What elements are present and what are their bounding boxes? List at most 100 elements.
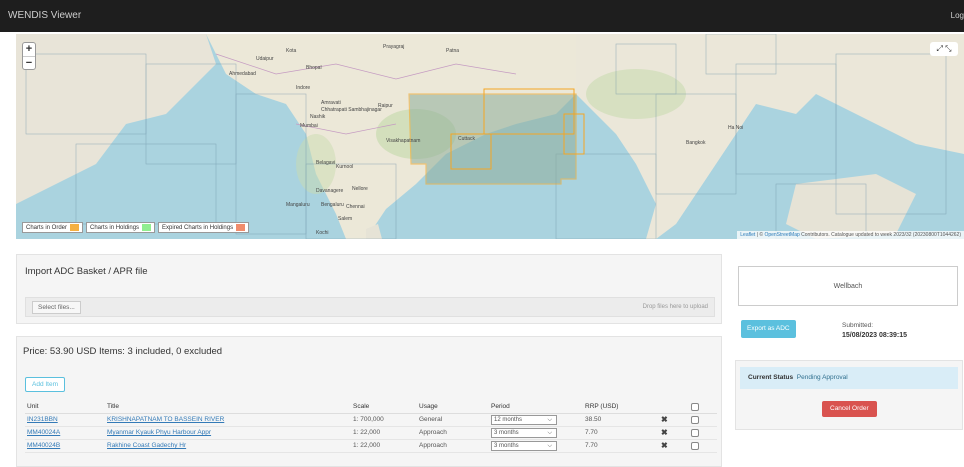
scale-cell: 1: 22,000 xyxy=(351,439,417,453)
place-label: Salem xyxy=(338,216,352,222)
select-cell xyxy=(689,413,717,427)
file-dropzone[interactable]: Select files... Drop files here to uploa… xyxy=(25,297,715,317)
period-cell: 3 months xyxy=(489,439,583,453)
table-row: IN231BBN KRISHNAPATNAM TO BASSEIN RIVER … xyxy=(25,413,717,427)
login-link[interactable]: Log xyxy=(951,11,964,20)
remove-icon[interactable]: ✖ xyxy=(661,428,668,437)
place-label: Patna xyxy=(446,48,459,54)
place-label: Kurnool xyxy=(336,164,353,170)
order-table: Unit Title Scale Usage Period RRP (USD) … xyxy=(25,401,717,453)
ordered-chart-area xyxy=(408,93,577,185)
remove-cell: ✖ xyxy=(659,426,689,440)
usage-cell: Approach xyxy=(417,439,489,453)
select-all-checkbox[interactable] xyxy=(691,402,699,411)
usage-cell: General xyxy=(417,413,489,427)
place-label: Chhatrapati Sambhajinagar xyxy=(321,107,382,113)
place-label: Kota xyxy=(286,48,297,54)
col-select xyxy=(689,401,717,414)
title-link[interactable]: KRISHNAPATNAM TO BASSEIN RIVER xyxy=(105,413,351,427)
place-label: Udaipur xyxy=(256,56,274,62)
place-label: Prayagraj xyxy=(383,44,404,50)
table-row: MM40024B Rakhine Coast Gadechy Hr 1: 22,… xyxy=(25,439,717,453)
zoom-in-button[interactable]: + xyxy=(23,43,35,56)
select-files-button[interactable]: Select files... xyxy=(32,301,81,314)
export-adc-button[interactable]: Export as ADC xyxy=(741,320,796,338)
col-scale[interactable]: Scale xyxy=(351,401,417,414)
row-checkbox[interactable] xyxy=(691,415,699,424)
legend-expired-charts: Expired Charts in Holdings xyxy=(158,222,250,233)
rrp-cell: 7.70 xyxy=(583,439,659,453)
osm-link[interactable]: OpenStreetMap xyxy=(764,232,799,238)
place-label: Mumbai xyxy=(300,123,318,129)
col-unit[interactable]: Unit xyxy=(25,401,105,414)
usage-cell: Approach xyxy=(417,426,489,440)
legend-swatch-icon xyxy=(142,224,152,231)
drop-hint: Drop files here to upload xyxy=(642,304,708,310)
row-checkbox[interactable] xyxy=(691,428,699,437)
map-attribution: Leaflet | © OpenStreetMap Contributors. … xyxy=(737,231,964,239)
select-cell xyxy=(689,426,717,440)
order-summary: Price: 53.90 USD Items: 3 included, 0 ex… xyxy=(23,346,223,357)
select-cell xyxy=(689,439,717,453)
import-title: Import ADC Basket / APR file xyxy=(25,266,148,277)
land-arabia xyxy=(16,34,216,204)
legend-swatch-icon xyxy=(236,224,246,231)
map-canvas: Kota Prayagraj Patna Udaipur Bhopal Ahme… xyxy=(16,34,964,239)
customer-box: Wellbach xyxy=(738,266,958,306)
import-panel: Import ADC Basket / APR file Select file… xyxy=(16,254,722,324)
submitted-label: Submitted: xyxy=(842,322,874,329)
col-title[interactable]: Title xyxy=(105,401,351,414)
scale-cell: 1: 700,000 xyxy=(351,413,417,427)
leaflet-link[interactable]: Leaflet xyxy=(740,232,755,238)
status-panel: Current Status Pending Approval Cancel O… xyxy=(735,360,963,430)
app-title[interactable]: WENDIS Viewer xyxy=(8,10,81,21)
row-checkbox[interactable] xyxy=(691,441,699,450)
col-usage[interactable]: Usage xyxy=(417,401,489,414)
period-cell: 12 months xyxy=(489,413,583,427)
period-select[interactable]: 3 months xyxy=(491,440,557,451)
legend-charts-in-holdings: Charts in Holdings xyxy=(86,222,156,233)
table-header-row: Unit Title Scale Usage Period RRP (USD) xyxy=(25,401,717,414)
title-link[interactable]: Rakhine Coast Gadechy Hr xyxy=(105,439,351,453)
col-rrp[interactable]: RRP (USD) xyxy=(583,401,659,414)
legend-swatch-icon xyxy=(70,224,80,231)
legend-charts-in-order: Charts in Order xyxy=(22,222,84,233)
col-remove xyxy=(659,401,689,414)
fullscreen-icon[interactable]: ⤢ ⤡ xyxy=(930,42,958,56)
top-navbar: WENDIS Viewer Log xyxy=(0,0,964,32)
period-select[interactable]: 3 months xyxy=(491,427,557,438)
place-label: Visakhapatnam xyxy=(386,138,420,144)
place-label: Mangaluru xyxy=(286,202,310,208)
place-label: Belagavi xyxy=(316,160,335,166)
map-legend: Charts in Order Charts in Holdings Expir… xyxy=(22,222,250,233)
place-label: Nellore xyxy=(352,186,368,192)
rrp-cell: 38.50 xyxy=(583,413,659,427)
remove-icon[interactable]: ✖ xyxy=(661,415,668,424)
zoom-control: + − xyxy=(22,42,36,70)
col-period[interactable]: Period xyxy=(489,401,583,414)
period-select[interactable]: 12 months xyxy=(491,414,557,425)
place-label: Bhopal xyxy=(306,65,322,71)
place-label: Kochi xyxy=(316,230,329,236)
add-item-button[interactable]: Add Item xyxy=(25,377,66,392)
unit-link[interactable]: MM40024B xyxy=(25,439,105,453)
place-label: Davanagere xyxy=(316,188,343,194)
place-label: Bengaluru xyxy=(321,202,344,208)
place-label: Ahmedabad xyxy=(229,71,256,77)
unit-link[interactable]: IN231BBN xyxy=(25,413,105,427)
chart-map[interactable]: Kota Prayagraj Patna Udaipur Bhopal Ahme… xyxy=(16,34,964,239)
rrp-cell: 7.70 xyxy=(583,426,659,440)
place-label: Nashik xyxy=(310,114,326,120)
place-label: Cuttack xyxy=(458,136,475,142)
title-link[interactable]: Myanmar Kyauk Phyu Harbour Appr xyxy=(105,426,351,440)
place-label: Chennai xyxy=(346,204,365,210)
place-label: Raipur xyxy=(378,103,393,109)
zoom-out-button[interactable]: − xyxy=(23,56,35,69)
remove-cell: ✖ xyxy=(659,413,689,427)
cancel-order-button[interactable]: Cancel Order xyxy=(822,401,877,417)
place-label: Amravati xyxy=(321,100,341,106)
status-value: Pending Approval xyxy=(796,374,848,381)
place-label: Indore xyxy=(296,85,310,91)
unit-link[interactable]: MM40024A xyxy=(25,426,105,440)
remove-icon[interactable]: ✖ xyxy=(661,441,668,450)
